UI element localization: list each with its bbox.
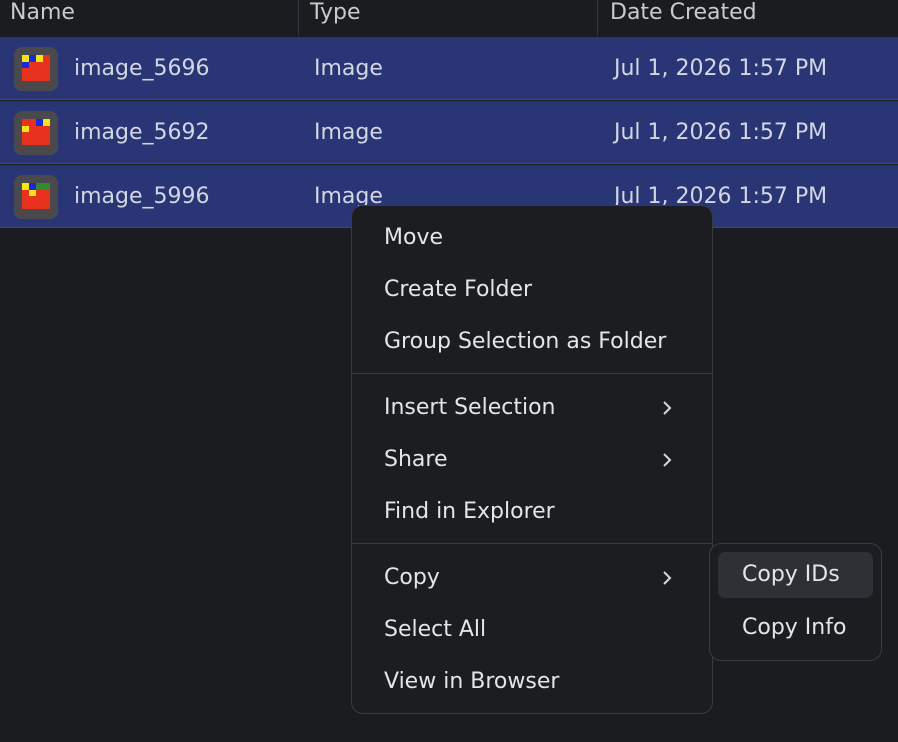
menu-item-label: Select All bbox=[384, 617, 487, 642]
submenu-item-copy-ids[interactable]: Copy IDs bbox=[718, 552, 873, 598]
submenu-item-copy-info[interactable]: Copy Info bbox=[718, 605, 873, 651]
menu-item-group-selection-as-folder[interactable]: Group Selection as Folder bbox=[384, 320, 684, 364]
chevron-right-icon bbox=[663, 401, 672, 415]
menu-item-label: Create Folder bbox=[384, 277, 533, 302]
image-thumbnail-icon bbox=[14, 47, 58, 91]
copy-submenu: Copy IDs Copy Info bbox=[709, 543, 882, 661]
menu-item-label: Share bbox=[384, 447, 448, 472]
menu-item-view-in-browser[interactable]: View in Browser bbox=[384, 660, 684, 704]
column-divider[interactable] bbox=[597, 0, 598, 36]
column-header-name[interactable]: Name bbox=[10, 0, 75, 36]
menu-item-insert-selection[interactable]: Insert Selection bbox=[384, 386, 684, 430]
column-header-type[interactable]: Type bbox=[310, 0, 361, 36]
column-header-date-created[interactable]: Date Created bbox=[610, 0, 757, 36]
menu-item-copy[interactable]: Copy bbox=[384, 556, 684, 600]
row-name: image_5996 bbox=[74, 184, 210, 209]
menu-item-label: Move bbox=[384, 225, 443, 250]
menu-item-label: Insert Selection bbox=[384, 395, 556, 420]
menu-item-label: View in Browser bbox=[384, 669, 560, 694]
chevron-right-icon bbox=[663, 571, 672, 585]
chevron-right-icon bbox=[663, 453, 672, 467]
image-thumbnail-icon bbox=[14, 175, 58, 219]
menu-separator bbox=[352, 543, 712, 544]
menu-item-label: Group Selection as Folder bbox=[384, 329, 667, 354]
row-type: Image bbox=[314, 56, 383, 81]
table-row[interactable]: image_5696 Image Jul 1, 2026 1:57 PM bbox=[0, 37, 898, 100]
column-header: Name Type Date Created bbox=[0, 0, 898, 36]
row-date-created: Jul 1, 2026 1:57 PM bbox=[614, 56, 828, 81]
row-date-created: Jul 1, 2026 1:57 PM bbox=[614, 120, 828, 145]
table-row[interactable]: image_5692 Image Jul 1, 2026 1:57 PM bbox=[0, 101, 898, 164]
menu-item-create-folder[interactable]: Create Folder bbox=[384, 268, 684, 312]
row-name: image_5696 bbox=[74, 56, 210, 81]
menu-item-find-in-explorer[interactable]: Find in Explorer bbox=[384, 490, 684, 534]
menu-item-share[interactable]: Share bbox=[384, 438, 684, 482]
row-name: image_5692 bbox=[74, 120, 210, 145]
menu-item-move[interactable]: Move bbox=[384, 216, 684, 260]
image-thumbnail-icon bbox=[14, 111, 58, 155]
row-type: Image bbox=[314, 120, 383, 145]
menu-separator bbox=[352, 373, 712, 374]
menu-item-select-all[interactable]: Select All bbox=[384, 608, 684, 652]
menu-item-label: Find in Explorer bbox=[384, 499, 555, 524]
column-divider[interactable] bbox=[298, 0, 299, 36]
menu-item-label: Copy bbox=[384, 565, 440, 590]
context-menu: Move Create Folder Group Selection as Fo… bbox=[351, 205, 713, 714]
